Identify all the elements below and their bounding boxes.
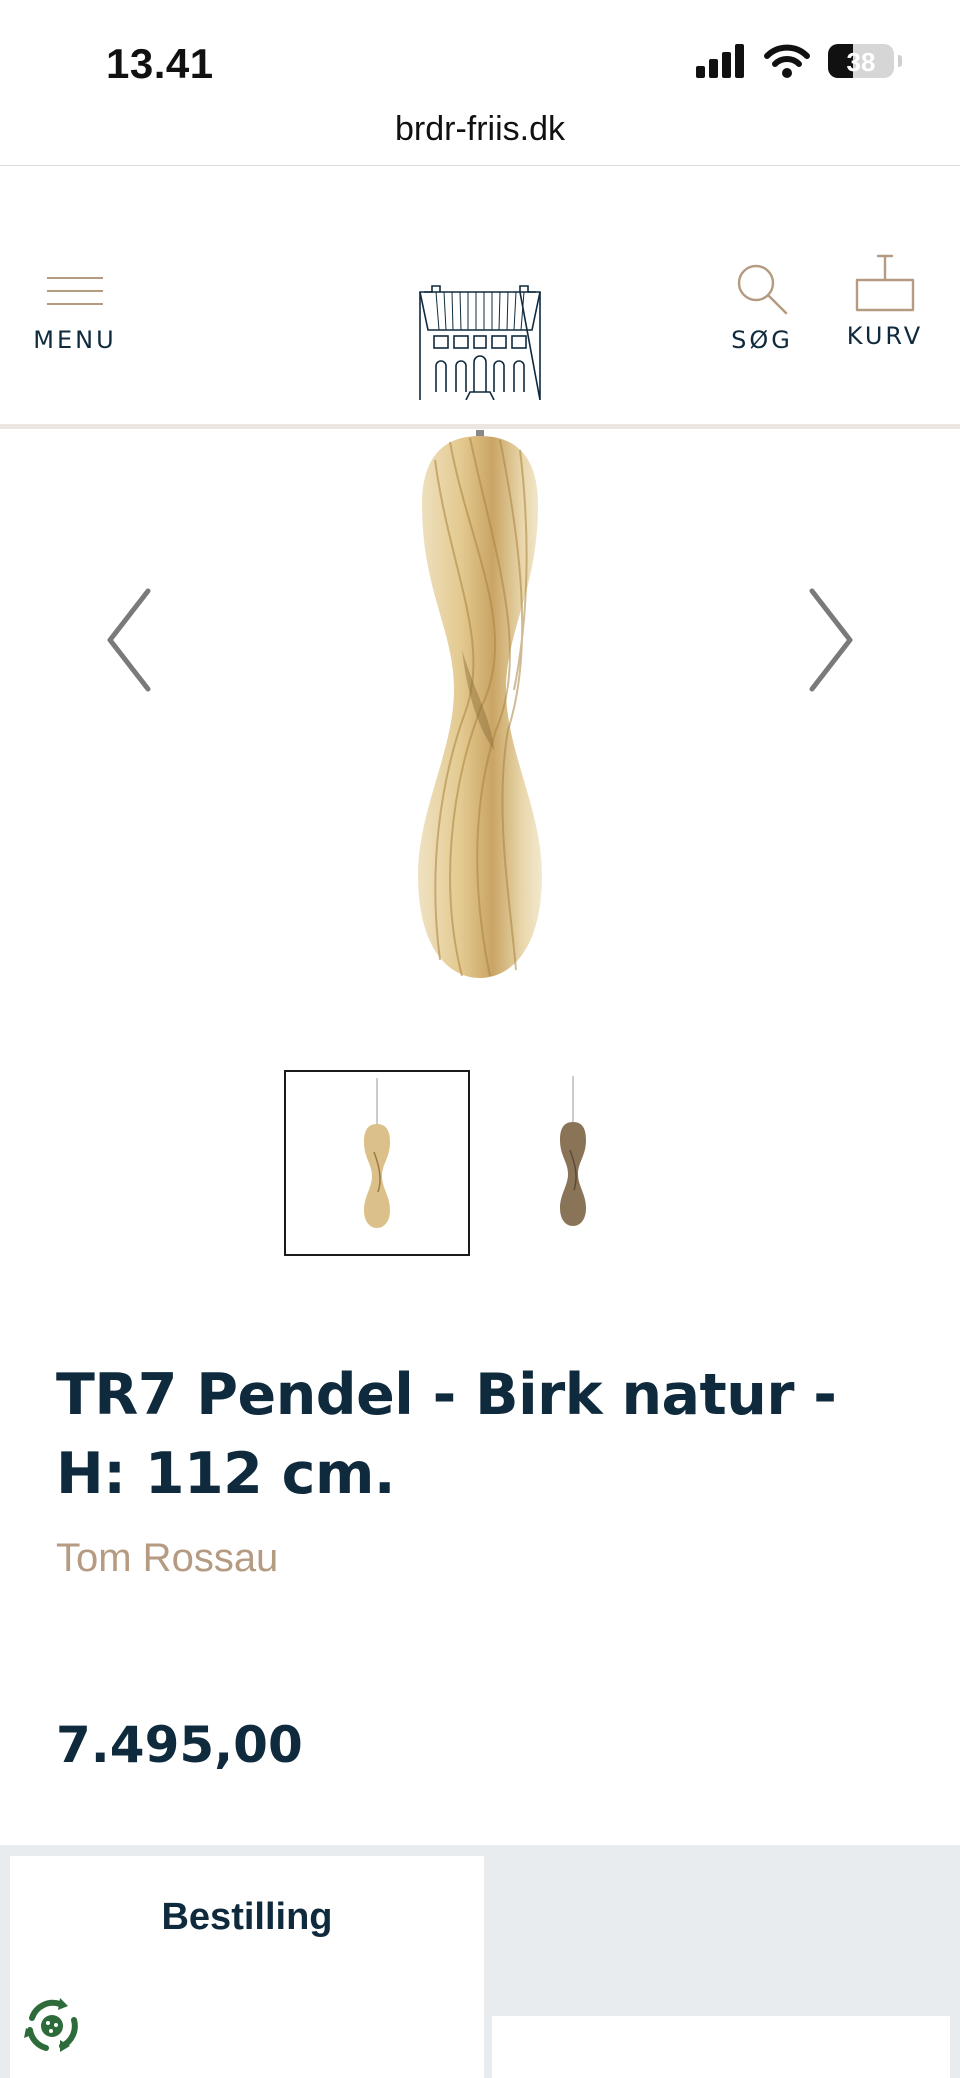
search-icon (737, 264, 788, 315)
thumbnail-lamp-natural-image (364, 1078, 390, 1228)
cellular-signal-icon (696, 44, 744, 78)
menu-button[interactable]: MENU (30, 276, 120, 354)
status-bar: 13.41 38 (0, 0, 960, 110)
eco-recycle-badge-icon[interactable] (16, 1990, 88, 2062)
product-title: TR7 Pendel - Birk natur - H: 112 cm. (56, 1362, 837, 1507)
tab-bestilling-label: Bestilling (161, 1896, 333, 1938)
tab-2[interactable] (492, 2016, 950, 2078)
search-button[interactable]: SØG (722, 264, 802, 354)
battery-icon: 38 (828, 44, 902, 78)
product-price: 7.495,00 (56, 1716, 303, 1774)
url-bar[interactable]: brdr-friis.dk (0, 110, 960, 166)
product-gallery (0, 430, 960, 990)
search-label: SØG (731, 326, 793, 354)
product-image-pendant-lamp (418, 430, 542, 978)
menu-label: MENU (33, 326, 117, 354)
status-icons: 38 (696, 44, 902, 78)
brand-link[interactable]: Tom Rossau (56, 1536, 278, 1581)
status-time: 13.41 (106, 40, 214, 87)
thumbnail-1-selected[interactable] (284, 1070, 470, 1256)
battery-tip (898, 55, 902, 67)
thumbnail-2[interactable] (480, 1070, 666, 1256)
header-divider (0, 424, 960, 429)
cart-button[interactable]: KURV (842, 254, 928, 350)
thumbnail-lamp-dark-image (560, 1076, 586, 1226)
cart-label: KURV (846, 322, 924, 350)
site-header: MENU SØG KURV (0, 166, 960, 429)
basket-icon (855, 254, 915, 312)
wifi-icon (764, 44, 810, 78)
hamburger-icon (47, 277, 103, 305)
chevron-left-icon[interactable] (100, 585, 160, 695)
house-facade-logo[interactable] (414, 284, 546, 400)
chevron-right-icon[interactable] (800, 585, 860, 695)
battery-percent: 38 (846, 47, 876, 77)
